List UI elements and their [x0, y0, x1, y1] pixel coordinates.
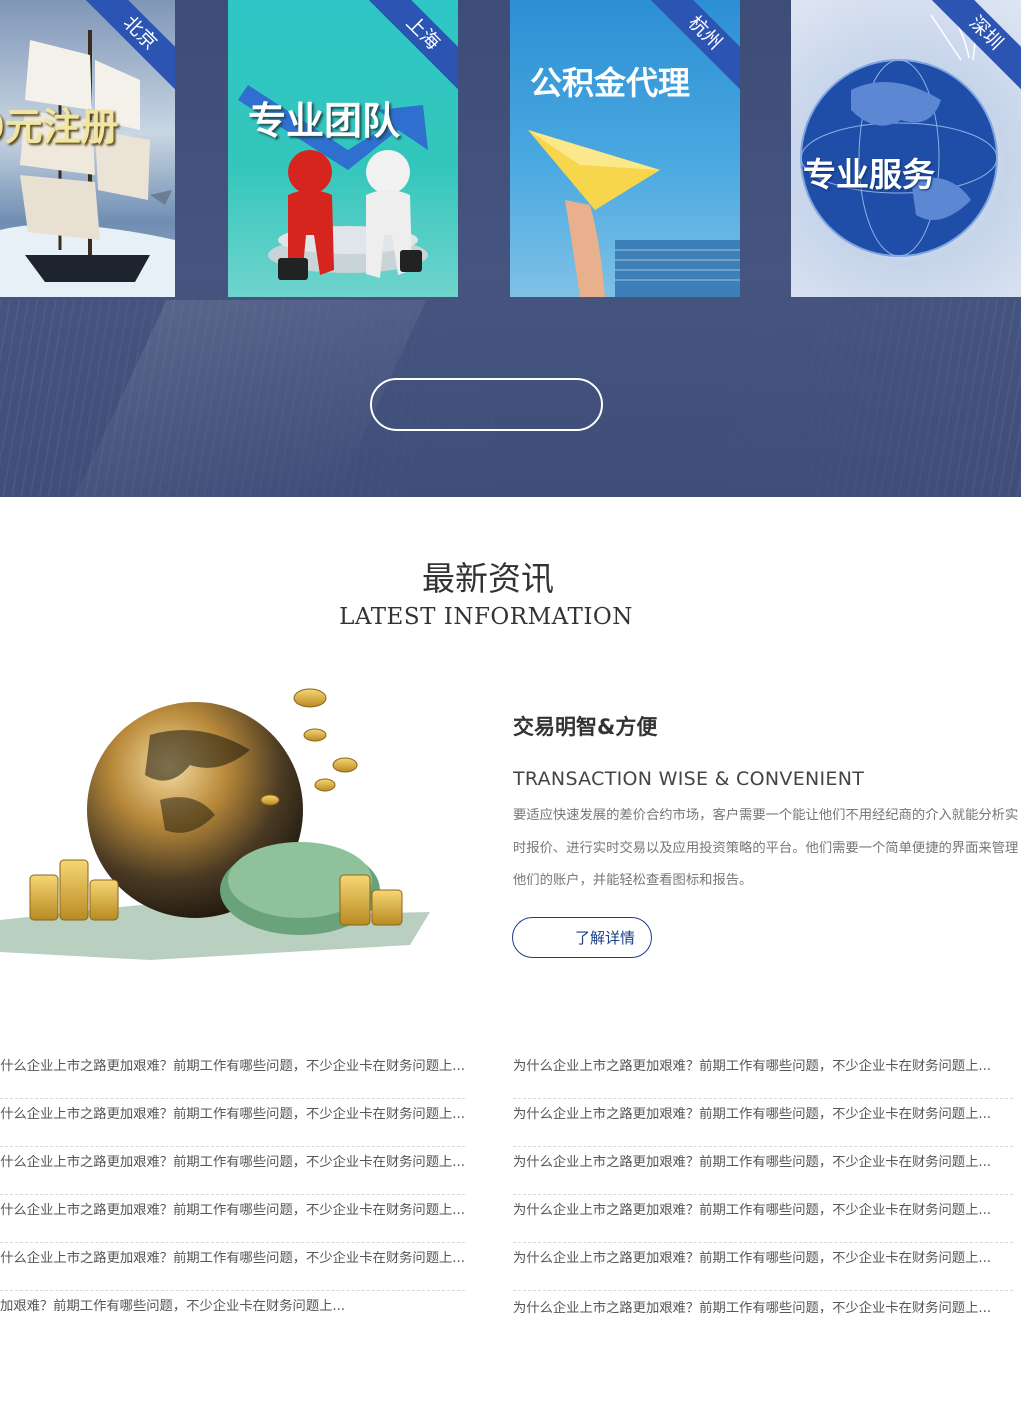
news-list-left: 为什么企业上市之路更加艰难？前期工作有哪些问题，不少企业卡在财务问题上... 为…	[0, 1051, 465, 1339]
banner-outline-button[interactable]	[370, 378, 603, 431]
service-card-shanghai[interactable]: 专业团队 上海	[228, 0, 458, 297]
section-title-en: LATEST INFORMATION	[339, 604, 633, 630]
news-item-link[interactable]: 为什么企业上市之路更加艰难？前期工作有哪些问题，不少企业卡在财务问题上...	[0, 1150, 465, 1176]
news-item[interactable]: 为什么企业上市之路更加艰难？前期工作有哪些问题，不少企业卡在财务问题上...	[513, 1147, 1013, 1195]
section-title-cn: 最新资讯	[422, 559, 554, 598]
card-title-service: 专业服务	[803, 155, 935, 194]
news-item[interactable]: 为什么企业上市之路更加艰难？前期工作有哪些问题，不少企业卡在财务问题上...	[0, 1195, 465, 1243]
learn-more-button[interactable]: 了解详情	[512, 917, 652, 958]
news-item[interactable]: 为什么企业上市之路更加艰难？前期工作有哪些问题，不少企业卡在财务问题上...	[513, 1243, 1013, 1291]
news-item[interactable]: 为什么企业上市之路更加艰难？前期工作有哪些问题，不少企业卡在财务问题上...	[0, 1243, 465, 1291]
news-item[interactable]: 为什么企业上市之路更加艰难？前期工作有哪些问题，不少企业卡在财务问题上...	[0, 1099, 465, 1147]
card-title-team: 专业团队	[248, 98, 401, 143]
service-banner: 0元注册 北京 专业团队 上海 公积金代理	[0, 0, 1021, 497]
news-item-link[interactable]: 为什么企业上市之路更加艰难？前期工作有哪些问题，不少企业卡在财务问题上...	[0, 1246, 465, 1272]
news-item-link[interactable]: 为什么企业上市之路更加艰难？前期工作有哪些问题，不少企业卡在财务问题上...	[0, 1198, 465, 1224]
news-list-right: 为什么企业上市之路更加艰难？前期工作有哪些问题，不少企业卡在财务问题上... 为…	[513, 1051, 1013, 1339]
news-item[interactable]: 为什么企业上市之路更加艰难？前期工作有哪些问题，不少企业卡在财务问题上...	[513, 1195, 1013, 1243]
news-item-link[interactable]: 为什么企业上市之路更加艰难？前期工作有哪些问题，不少企业卡在财务问题上...	[0, 1102, 465, 1128]
news-item-link[interactable]: 为什么企业上市之路更加艰难？前期工作有哪些问题，不少企业卡在财务问题上...	[0, 1054, 465, 1080]
news-item-link[interactable]: 加艰难？前期工作有哪些问题，不少企业卡在财务问题上...	[0, 1294, 345, 1320]
news-item[interactable]: 为什么企业上市之路更加艰难？前期工作有哪些问题，不少企业卡在财务问题上...	[513, 1291, 1013, 1339]
news-item[interactable]: 为什么企业上市之路更加艰难？前期工作有哪些问题，不少企业卡在财务问题上...	[513, 1099, 1013, 1147]
card-title-register: 0元注册	[0, 104, 119, 149]
service-card-shenzhen[interactable]: 专业服务 深圳	[791, 0, 1021, 297]
feature-description: 要适应快速发展的差价合约市场，客户需要一个能让他们不用经纪商的介入就能分析实时报…	[513, 808, 1019, 888]
news-item[interactable]: 加艰难？前期工作有哪些问题，不少企业卡在财务问题上...	[0, 1291, 465, 1339]
news-item[interactable]: 为什么企业上市之路更加艰难？前期工作有哪些问题，不少企业卡在财务问题上...	[0, 1147, 465, 1195]
news-item[interactable]: 为什么企业上市之路更加艰难？前期工作有哪些问题，不少企业卡在财务问题上...	[513, 1051, 1013, 1099]
card-title-fund: 公积金代理	[530, 64, 691, 102]
service-card-beijing[interactable]: 0元注册 北京	[0, 0, 175, 297]
news-item[interactable]: 为什么企业上市之路更加艰难？前期工作有哪些问题，不少企业卡在财务问题上...	[0, 1051, 465, 1099]
globe-money-illustration	[0, 688, 430, 960]
feature-heading: 交易明智&方便	[513, 715, 658, 739]
service-card-hangzhou[interactable]: 公积金代理 杭州	[510, 0, 740, 297]
feature-subheading: TRANSACTION WISE & CONVENIENT	[513, 768, 865, 790]
